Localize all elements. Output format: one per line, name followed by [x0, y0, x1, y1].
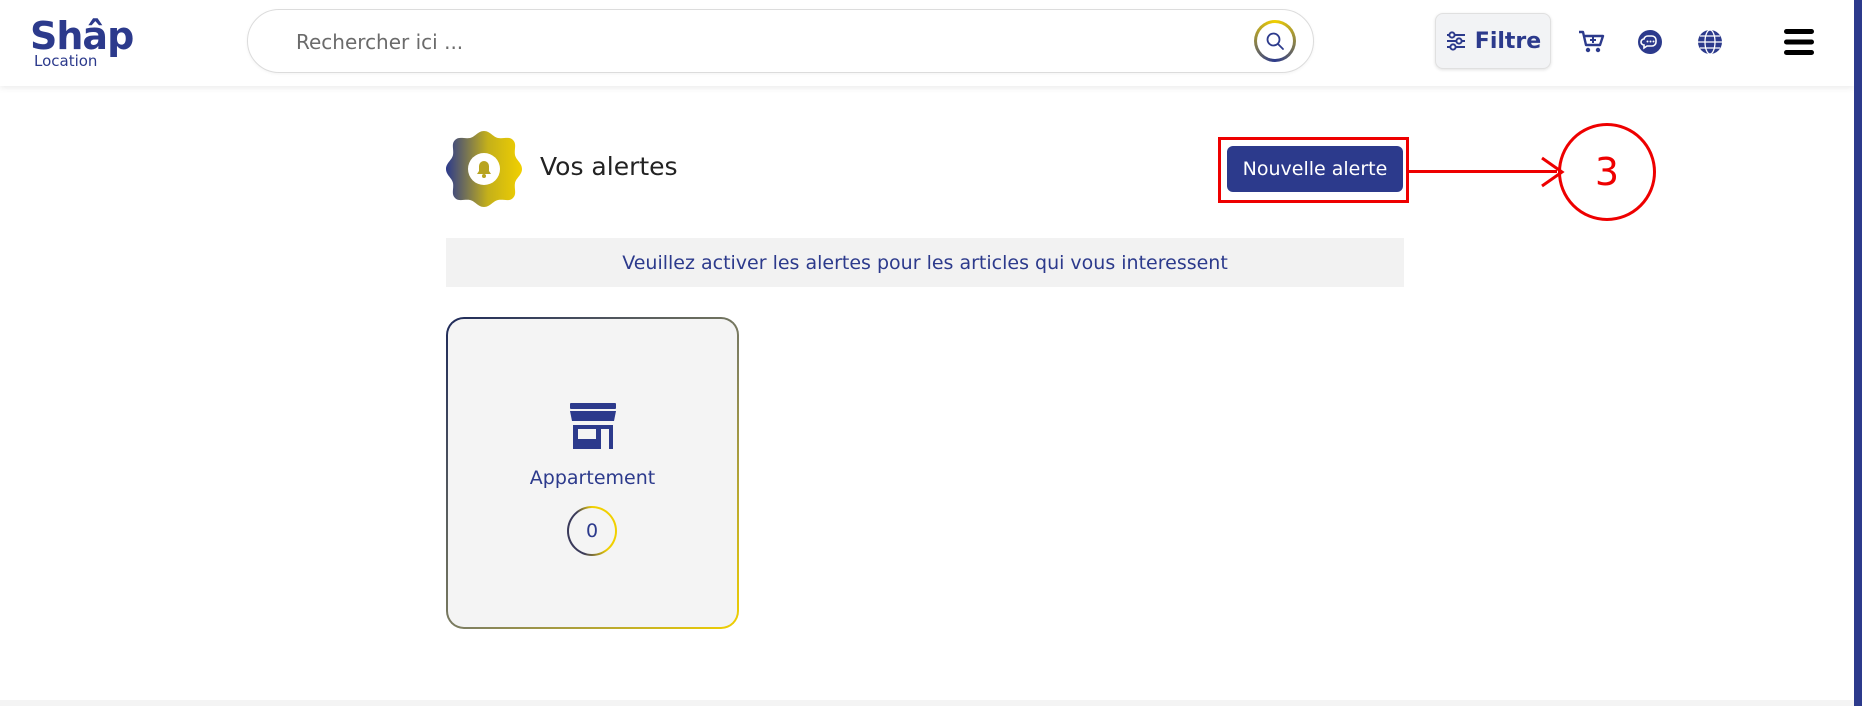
top-navigation-bar: Shâp Location Filtre	[0, 0, 1854, 86]
sliders-icon	[1446, 31, 1465, 51]
alert-badge	[443, 128, 525, 210]
language-button[interactable]	[1694, 26, 1726, 58]
menu-button[interactable]	[1782, 26, 1816, 58]
annotation-arrow-line	[1409, 170, 1557, 173]
filter-button[interactable]: Filtre	[1435, 13, 1551, 69]
search-input[interactable]	[294, 24, 1198, 60]
hamburger-menu-icon	[1784, 29, 1814, 55]
logo[interactable]: Shâp Location	[30, 14, 134, 72]
cart-button[interactable]	[1576, 26, 1608, 58]
annotation-highlight-box	[1218, 137, 1409, 203]
search-button[interactable]	[1254, 20, 1296, 62]
annotation-step-number: 3	[1594, 150, 1620, 194]
alerts-notice-banner: Veuillez activer les alertes pour les ar…	[446, 238, 1404, 287]
filter-label: Filtre	[1474, 28, 1542, 54]
chat-icon	[1638, 30, 1662, 54]
search-bar	[247, 9, 1314, 73]
footer-divider	[0, 700, 1854, 706]
category-label: Appartement	[529, 467, 656, 489]
search-icon	[1266, 32, 1284, 50]
category-count-badge: 0	[567, 506, 617, 556]
logo-subtext: Location	[34, 52, 98, 70]
cart-icon	[1579, 30, 1605, 53]
notice-text: Veuillez activer les alertes pour les ar…	[622, 251, 1228, 274]
page-title: Vos alertes	[540, 152, 678, 181]
category-card-appartement[interactable]: Appartement 0	[446, 317, 739, 629]
category-count: 0	[569, 508, 615, 554]
store-icon	[570, 403, 616, 449]
scrollbar-edge[interactable]	[1854, 0, 1862, 706]
bell-badge-icon	[446, 131, 522, 207]
annotation-step-circle: 3	[1558, 123, 1656, 221]
chat-button[interactable]	[1634, 26, 1666, 58]
category-card-body: Appartement 0	[448, 319, 737, 627]
globe-icon	[1698, 29, 1722, 55]
